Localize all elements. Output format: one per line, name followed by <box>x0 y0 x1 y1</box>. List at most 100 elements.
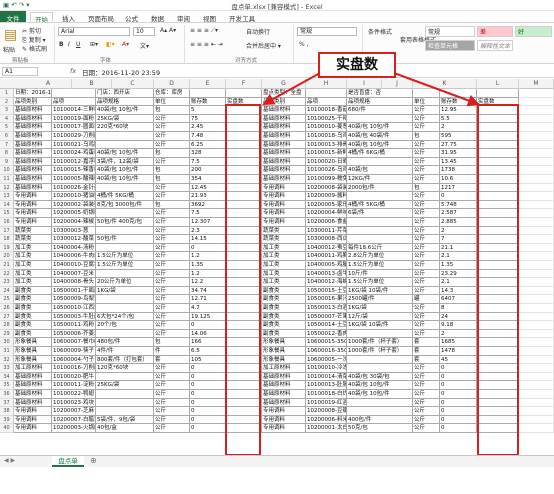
left-cell[interactable] <box>96 269 154 279</box>
actual-count-cell-right[interactable] <box>477 106 519 115</box>
left-cell[interactable]: 加工类 <box>14 269 52 279</box>
left-cell[interactable]: 日期：2016-11-20 23:59 <box>14 89 52 98</box>
left-cell[interactable]: 公斤 <box>154 183 190 193</box>
left-cell[interactable]: 公斤 <box>154 321 190 330</box>
blank-cell[interactable] <box>519 252 554 261</box>
actual-count-cell-left[interactable] <box>226 278 262 287</box>
paste-button[interactable]: 粘贴 <box>3 45 15 54</box>
right-cell[interactable]: 基础原材料 <box>262 106 306 115</box>
right-cell[interactable]: 1KG/袋 10袋/件 <box>347 286 413 296</box>
left-cell[interactable]: 加工原材料 <box>14 364 52 373</box>
right-cell[interactable]: 公斤 <box>413 312 440 322</box>
left-cell[interactable]: 12.2 <box>190 278 226 287</box>
left-cell[interactable]: 354 <box>190 175 226 184</box>
left-cell[interactable]: 包 <box>154 166 190 175</box>
left-cell[interactable]: 公斤 <box>154 209 190 218</box>
right-cell[interactable]: 公斤 <box>413 390 440 399</box>
right-cell[interactable]: 10500015-土豆南瓜 <box>306 286 347 296</box>
left-cell[interactable]: 基础原材料 <box>14 140 52 150</box>
font-color-icon[interactable]: A▾ <box>122 41 129 48</box>
actual-count-cell-left[interactable] <box>226 269 262 279</box>
row-header[interactable]: 12 <box>0 183 14 193</box>
left-cell[interactable]: 副食类 <box>14 304 52 313</box>
actual-count-cell-right[interactable] <box>477 398 519 408</box>
right-cell[interactable] <box>413 89 440 98</box>
right-cell[interactable]: 蔬菜类 <box>262 235 306 244</box>
right-cell[interactable]: 专用调料 <box>262 218 306 227</box>
actual-count-cell-right[interactable] <box>477 200 519 210</box>
blank-cell[interactable] <box>519 355 554 365</box>
wrap-text-button[interactable]: 自动换行 <box>246 27 270 36</box>
tab-view[interactable]: 视图 <box>199 12 220 23</box>
right-cell[interactable]: 包 <box>413 132 440 141</box>
left-cell[interactable]: 账存数 <box>190 97 226 107</box>
actual-count-cell-left[interactable] <box>226 338 262 347</box>
right-cell[interactable]: 24 <box>440 312 477 322</box>
tab-page-layout[interactable]: 页面布局 <box>84 12 118 23</box>
actual-count-cell-right[interactable] <box>477 243 519 253</box>
blank-cell[interactable] <box>519 424 554 433</box>
left-cell[interactable]: 副食类 <box>14 321 52 330</box>
left-cell[interactable]: 40袋/包 10包/件 <box>96 166 154 175</box>
left-cell[interactable]: 专用调料 <box>14 424 52 433</box>
left-cell[interactable]: 公斤 <box>154 252 190 261</box>
right-cell[interactable]: 50克/包 <box>347 424 413 433</box>
left-cell[interactable]: 10600007-餐巾纸 <box>52 338 96 347</box>
right-cell[interactable]: 专用调料 <box>262 407 306 416</box>
actual-count-cell-right[interactable] <box>477 415 519 425</box>
actual-count-cell-left[interactable] <box>226 243 262 253</box>
right-cell[interactable]: 基础原材料 <box>262 175 306 184</box>
right-cell[interactable]: 公斤 <box>413 218 440 227</box>
actual-count-cell-left[interactable] <box>226 261 262 270</box>
left-cell[interactable]: 基础原材料 <box>14 183 52 193</box>
left-cell[interactable]: 形象餐具 <box>14 355 52 365</box>
right-cell[interactable]: 公斤 <box>413 140 440 150</box>
left-cell[interactable]: 1.2 <box>190 269 226 279</box>
right-cell[interactable]: 1.5公斤为单位 <box>347 278 413 287</box>
right-cell[interactable]: 10200005-家乐鸡精 <box>306 200 347 210</box>
column-header[interactable]: G <box>262 79 306 89</box>
row-header[interactable]: 23 <box>0 278 14 287</box>
left-cell[interactable] <box>96 295 154 304</box>
left-cell[interactable]: 10100016-刀削面 <box>52 364 96 373</box>
left-cell[interactable] <box>96 243 154 253</box>
left-cell[interactable]: 基础原材料 <box>14 166 52 175</box>
right-cell[interactable]: 10200009-酱料 <box>306 192 347 201</box>
row-header[interactable]: 28 <box>0 321 14 330</box>
right-cell[interactable]: 10500016-果汁 <box>306 295 347 304</box>
italic-button[interactable]: I <box>68 41 70 48</box>
left-cell[interactable]: 副食类 <box>14 329 52 339</box>
formula-input[interactable]: 日期：2016-11-20 23:59 <box>82 67 160 77</box>
left-cell[interactable]: 1KG/袋 <box>96 286 154 296</box>
right-cell[interactable] <box>347 218 413 227</box>
left-cell[interactable]: 0 <box>190 372 226 382</box>
left-cell[interactable]: 75 <box>190 114 226 124</box>
right-cell[interactable]: 副食类 <box>262 286 306 296</box>
font-size-select[interactable]: 10 <box>133 27 155 36</box>
actual-count-cell-right[interactable] <box>477 114 519 124</box>
left-cell[interactable]: 品项规格 <box>96 97 154 107</box>
left-cell[interactable]: 基础原材料 <box>14 372 52 382</box>
right-cell[interactable]: 加工类 <box>262 278 306 287</box>
left-cell[interactable]: 20个/包 <box>96 321 154 330</box>
left-cell[interactable]: 10200007-芝麻 <box>52 407 96 416</box>
right-cell[interactable]: 0 <box>440 398 477 408</box>
row-header[interactable]: 8 <box>0 149 14 158</box>
right-cell[interactable]: 10100020-日晒椒 <box>306 157 347 167</box>
left-cell[interactable]: 10400010-豆腐块 <box>52 261 96 270</box>
left-cell[interactable]: 7.48 <box>190 132 226 141</box>
left-cell[interactable]: 10100017-圆面块 <box>52 123 96 132</box>
right-cell[interactable] <box>347 235 413 244</box>
right-cell[interactable]: 公斤 <box>413 304 440 313</box>
sheet-tab-pandian[interactable]: 盘点单 <box>52 456 84 467</box>
left-cell[interactable]: 基础原材料 <box>14 175 52 184</box>
right-cell[interactable]: 每件18.6公斤 <box>347 243 413 253</box>
row-header[interactable]: 35 <box>0 381 14 390</box>
left-cell[interactable]: 10500003-牛肚面粉 <box>52 312 96 322</box>
fill-color-icon[interactable]: ◧▾ <box>106 41 115 48</box>
right-cell[interactable] <box>347 226 413 236</box>
blank-cell[interactable] <box>519 97 554 107</box>
add-sheet-icon[interactable]: ⊕ <box>90 456 97 465</box>
left-cell[interactable]: 10500006-芥姜末 <box>52 329 96 339</box>
actual-count-cell-left[interactable] <box>226 200 262 210</box>
